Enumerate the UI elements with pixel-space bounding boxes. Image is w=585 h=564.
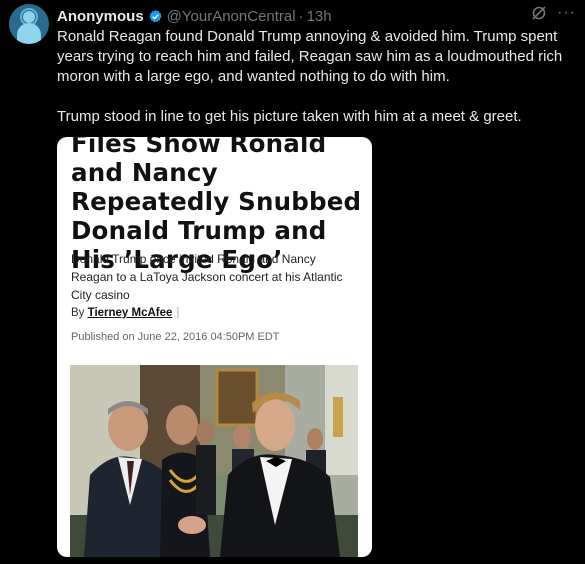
- tweet-actions-top: ···: [531, 5, 576, 21]
- article-photo: [70, 365, 358, 557]
- avatar-head: [23, 11, 35, 23]
- avatar-body: [17, 23, 41, 44]
- timestamp[interactable]: 13h: [307, 8, 332, 25]
- article-byline: By Tierney McAfee |: [71, 307, 179, 319]
- article-screenshot-card[interactable]: Files Show Ronald and Nancy Repeatedly S…: [57, 137, 372, 557]
- avatar[interactable]: [9, 4, 49, 44]
- tweet-text: Ronald Reagan found Donald Trump annoyin…: [57, 27, 579, 127]
- article-published-date: Published on June 22, 2016 04:50PM EDT: [71, 331, 280, 343]
- tweet-header: Anonymous @YourAnonCentral · 13h: [57, 6, 332, 26]
- separator-dot: ·: [298, 7, 304, 25]
- more-icon[interactable]: ···: [557, 5, 576, 21]
- byline-label: By: [71, 307, 85, 319]
- verified-badge-icon: [149, 9, 162, 22]
- author-name[interactable]: Anonymous: [57, 8, 144, 25]
- article-subhead: Donald Trump once invited Ronald and Nan…: [71, 252, 343, 302]
- tweet-paragraph-1: Ronald Reagan found Donald Trump annoyin…: [57, 28, 563, 85]
- tweet-paragraph-2: Trump stood in line to get his picture t…: [57, 108, 522, 125]
- byline-divider: |: [176, 307, 180, 319]
- grok-icon[interactable]: [531, 5, 547, 21]
- article-author: Tierney McAfee: [87, 307, 173, 319]
- author-handle[interactable]: @YourAnonCentral: [167, 8, 296, 25]
